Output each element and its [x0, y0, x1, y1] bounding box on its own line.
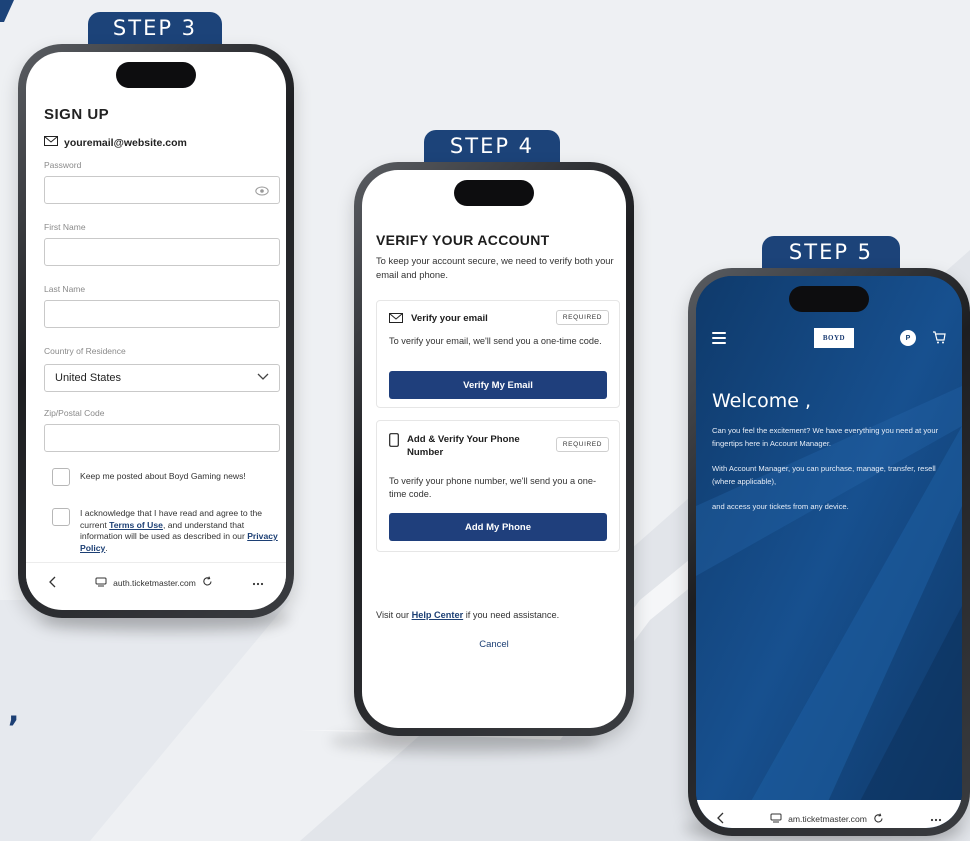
- dynamic-island: [454, 180, 534, 206]
- news-checkbox[interactable]: [52, 468, 70, 486]
- email-card-heading: Verify your email: [389, 313, 488, 326]
- intro-text: To keep your account secure, we need to …: [376, 255, 614, 280]
- help-text-suffix: if you need assistance.: [463, 610, 560, 620]
- news-checkbox-label: Keep me posted about Boyd Gaming news!: [80, 471, 246, 481]
- welcome-paragraph-3: and access your tickets from any device.: [712, 502, 849, 511]
- phone-card-title: Add & Verify Your Phone Number: [407, 434, 520, 459]
- screen-sign-up: SIGN UP youremail@website.com Password F…: [26, 52, 286, 610]
- step-4-tab: STEP 4: [424, 130, 560, 162]
- verify-email-card: Verify your email REQUIRED To verify you…: [376, 300, 620, 408]
- help-text-prefix: Visit our: [376, 610, 412, 620]
- zip-field[interactable]: [44, 424, 280, 452]
- more-icon[interactable]: [930, 814, 942, 824]
- welcome-heading: Welcome ,: [712, 390, 811, 412]
- quote-fragment: ,: [8, 694, 20, 729]
- app-header: BOYD P: [696, 324, 962, 352]
- country-select[interactable]: United States: [44, 364, 280, 392]
- required-badge: REQUIRED: [555, 310, 609, 325]
- welcome-paragraph-2: With Account Manager, you can purchase, …: [712, 464, 936, 487]
- country-label: Country of Residence: [44, 346, 126, 356]
- url-text: am.ticketmaster.com: [788, 814, 867, 824]
- news-checkbox-row: Keep me posted about Boyd Gaming news!: [52, 468, 278, 486]
- step-3-tab: STEP 3: [88, 12, 222, 44]
- phone-card-description: To verify your phone number, we'll send …: [389, 476, 597, 499]
- reload-icon[interactable]: [873, 812, 884, 826]
- terms-checkbox[interactable]: [52, 508, 70, 526]
- reload-icon[interactable]: [202, 576, 213, 589]
- email-card-title: Verify your email: [411, 313, 488, 324]
- first-name-field[interactable]: [44, 238, 280, 266]
- phone-card-heading: Add & Verify Your Phone Number: [389, 433, 539, 460]
- first-name-label: First Name: [44, 222, 86, 232]
- page-title: VERIFY YOUR ACCOUNT: [376, 232, 550, 248]
- email-value: youremail@website.com: [64, 136, 187, 149]
- step-5-tab: STEP 5: [762, 236, 900, 268]
- screen-welcome: BOYD P Welcome , Can you feel the excite…: [696, 276, 962, 828]
- last-name-label: Last Name: [44, 284, 86, 294]
- chevron-down-icon: [257, 372, 269, 384]
- screen-verify-account: VERIFY YOUR ACCOUNT To keep your account…: [362, 170, 626, 728]
- email-card-description: To verify your email, we'll send you a o…: [389, 336, 602, 346]
- cart-icon[interactable]: [932, 330, 946, 349]
- back-icon[interactable]: [716, 812, 724, 826]
- terms-checkbox-row: I acknowledge that I have read and agree…: [52, 508, 278, 554]
- menu-icon[interactable]: [712, 332, 726, 344]
- terms-text-suffix: .: [105, 542, 108, 553]
- zip-label: Zip/Postal Code: [44, 408, 105, 418]
- terms-of-use-link[interactable]: Terms of Use: [109, 520, 163, 530]
- more-icon[interactable]: [252, 578, 264, 588]
- page-title: SIGN UP: [44, 106, 110, 123]
- help-text: Visit our Help Center if you need assist…: [376, 610, 626, 620]
- envelope-icon: [389, 313, 403, 326]
- dynamic-island: [789, 286, 869, 312]
- email-row: youremail@website.com: [44, 136, 187, 149]
- password-field[interactable]: [44, 176, 280, 204]
- envelope-icon: [44, 136, 58, 149]
- eye-icon[interactable]: [255, 184, 269, 196]
- required-badge: REQUIRED: [555, 437, 609, 452]
- browser-bar: am.ticketmaster.com: [696, 800, 962, 828]
- phone-icon: [389, 433, 399, 450]
- phone-step-5: BOYD P Welcome , Can you feel the excite…: [688, 268, 970, 836]
- verify-phone-card: Add & Verify Your Phone Number REQUIRED …: [376, 420, 620, 552]
- add-phone-button[interactable]: Add My Phone: [389, 513, 607, 541]
- profile-avatar[interactable]: P: [900, 330, 916, 346]
- url-area[interactable]: am.ticketmaster.com: [770, 812, 884, 826]
- verify-email-button[interactable]: Verify My Email: [389, 371, 607, 399]
- country-value: United States: [55, 372, 122, 384]
- cancel-link[interactable]: Cancel: [362, 639, 626, 650]
- last-name-field[interactable]: [44, 300, 280, 328]
- url-area[interactable]: auth.ticketmaster.com: [95, 576, 213, 589]
- terms-checkbox-label: I acknowledge that I have read and agree…: [80, 508, 278, 554]
- boyd-logo[interactable]: BOYD: [814, 328, 854, 348]
- tab-icon: [95, 577, 107, 589]
- browser-bar: auth.ticketmaster.com: [26, 562, 286, 602]
- phone-step-4: VERIFY YOUR ACCOUNT To keep your account…: [354, 162, 634, 736]
- dynamic-island: [116, 62, 196, 88]
- welcome-paragraph-1: Can you feel the excitement? We have eve…: [712, 426, 939, 449]
- tab-icon: [770, 813, 782, 825]
- phone-step-3: SIGN UP youremail@website.com Password F…: [18, 44, 294, 618]
- url-text: auth.ticketmaster.com: [113, 577, 196, 588]
- password-label: Password: [44, 160, 82, 170]
- back-icon[interactable]: [48, 576, 56, 590]
- help-center-link[interactable]: Help Center: [412, 610, 464, 620]
- screen-background: [696, 276, 962, 828]
